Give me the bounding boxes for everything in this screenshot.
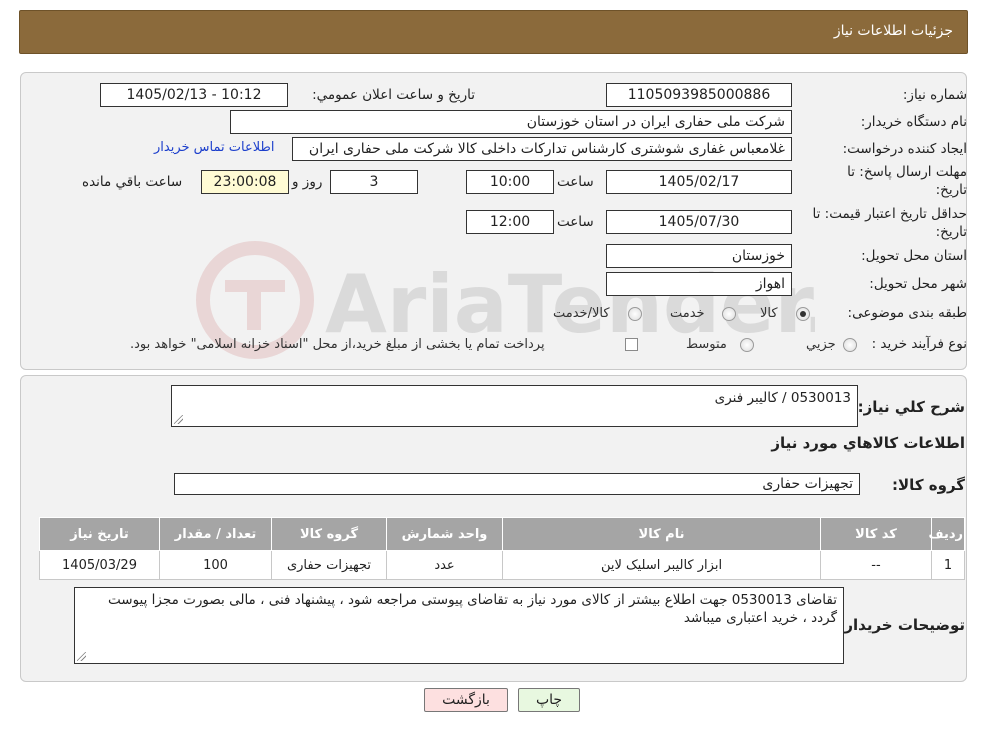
reply-time-label: ساعت bbox=[557, 174, 594, 190]
process-medium-label: متوسط bbox=[686, 337, 727, 352]
delivery-province-field: خوزستان bbox=[606, 244, 792, 268]
cell-need-date: 1405/03/29 bbox=[39, 550, 160, 580]
category-goods-label: کالا bbox=[760, 306, 778, 321]
need-number-label: شماره نیاز: bbox=[902, 87, 967, 103]
category-service-label: خدمت bbox=[670, 306, 705, 321]
requester-label: ايجاد کننده درخواست: bbox=[842, 141, 967, 157]
process-small-label: جزيي bbox=[806, 337, 836, 352]
delivery-city-field: اهواز bbox=[606, 272, 792, 296]
goods-table: رديف کد کالا نام کالا واحد شمارش گروه کا… bbox=[39, 517, 965, 580]
need-summary-text: 0530013 / کالیبر فنری bbox=[714, 390, 851, 406]
days-label: روز و bbox=[292, 174, 323, 190]
purchase-process-label: نوع فرآيند خريد : bbox=[871, 336, 967, 352]
requester-field: غلامعباس غفاری شوشتری کارشناس تدارکات دا… bbox=[292, 137, 792, 161]
category-goods-service-label: کالا/خدمت bbox=[553, 306, 610, 321]
buyer-notes-text: تقاضای 0530013 جهت اطلاع بیشتر از کالای … bbox=[108, 592, 837, 626]
category-service-radio[interactable] bbox=[722, 307, 736, 321]
need-number-field: 1105093985000886 bbox=[606, 83, 792, 107]
reply-deadline-time: 10:00 bbox=[466, 170, 554, 194]
reply-deadline-label-2: تاريخ: bbox=[935, 182, 967, 198]
col-header-quantity: تعداد / مقدار bbox=[159, 517, 272, 551]
cell-row-number: 1 bbox=[931, 550, 965, 580]
remaining-time-field: 23:00:08 bbox=[201, 170, 289, 194]
remaining-label: ساعت باقي مانده bbox=[82, 174, 183, 190]
price-validity-date: 1405/07/30 bbox=[606, 210, 792, 234]
resize-grip-icon[interactable] bbox=[174, 415, 183, 424]
category-label: طبقه بندی موضوعی: bbox=[847, 305, 967, 321]
delivery-province-label: استان محل تحويل: bbox=[861, 248, 967, 264]
need-summary-field: 0530013 / کالیبر فنری bbox=[171, 385, 858, 427]
announce-datetime-label: تاریخ و ساعت اعلان عمومي: bbox=[312, 87, 475, 103]
col-header-group: گروه کالا bbox=[271, 517, 387, 551]
print-button[interactable]: چاپ bbox=[518, 688, 580, 712]
reply-deadline-label: مهلت ارسال پاسخ: تا bbox=[847, 164, 967, 180]
col-header-row-number: رديف bbox=[928, 517, 965, 551]
cell-item-name: ابزار کالیبر اسلیک لاین bbox=[502, 550, 821, 580]
buyer-notes-label: توضيحات خريدار: bbox=[838, 616, 965, 634]
buyer-org-field: شرکت ملی حفاری ایران در استان خوزستان bbox=[230, 110, 792, 134]
table-header-row: رديف کد کالا نام کالا واحد شمارش گروه کا… bbox=[39, 517, 965, 551]
col-header-need-date: تاريخ نياز bbox=[39, 517, 160, 551]
price-time-label: ساعت bbox=[557, 214, 594, 230]
cell-quantity: 100 bbox=[159, 550, 272, 580]
process-medium-radio[interactable] bbox=[740, 338, 754, 352]
treasury-bonds-checkbox[interactable] bbox=[625, 338, 638, 351]
announce-datetime-field: 1405/02/13 - 10:12 bbox=[100, 83, 288, 107]
need-summary-label: شرح کلي نياز: bbox=[857, 398, 965, 416]
reply-deadline-date: 1405/02/17 bbox=[606, 170, 792, 194]
treasury-bonds-note: پرداخت تمام يا بخشی از مبلغ خريد،از محل … bbox=[130, 337, 545, 352]
reply-days-field: 3 bbox=[330, 170, 418, 194]
buyer-notes-field: تقاضای 0530013 جهت اطلاع بیشتر از کالای … bbox=[74, 587, 844, 664]
back-button[interactable]: بازگشت bbox=[424, 688, 508, 712]
price-validity-label: حداقل تاريخ اعتبار قيمت: تا bbox=[812, 206, 967, 222]
goods-group-field: تجهیزات حفاری bbox=[174, 473, 860, 495]
price-validity-label-2: تاريخ: bbox=[935, 224, 967, 240]
page-title: جزئیات اطلاعات نیاز bbox=[833, 23, 953, 39]
category-goods-radio[interactable] bbox=[796, 307, 810, 321]
resize-grip-icon[interactable] bbox=[77, 652, 86, 661]
buyer-contact-link[interactable]: اطلاعات تماس خريدار bbox=[154, 140, 274, 155]
table-row: 1 -- ابزار کالیبر اسلیک لاین عدد تجهیزات… bbox=[39, 550, 965, 580]
goods-info-title: اطلاعات کالاهاي مورد نياز bbox=[771, 434, 965, 452]
category-goods-service-radio[interactable] bbox=[628, 307, 642, 321]
cell-item-code: -- bbox=[820, 550, 932, 580]
col-header-item-name: نام کالا bbox=[502, 517, 821, 551]
col-header-unit: واحد شمارش bbox=[386, 517, 503, 551]
price-validity-time: 12:00 bbox=[466, 210, 554, 234]
process-small-radio[interactable] bbox=[843, 338, 857, 352]
cell-unit: عدد bbox=[386, 550, 503, 580]
cell-group: تجهیزات حفاری bbox=[271, 550, 387, 580]
goods-group-label: گروه کالا: bbox=[892, 476, 965, 494]
delivery-city-label: شهر محل تحويل: bbox=[869, 276, 967, 292]
buyer-org-label: نام دستگاه خريدار: bbox=[860, 114, 967, 130]
col-header-item-code: کد کالا bbox=[820, 517, 932, 551]
page-header: جزئیات اطلاعات نیاز bbox=[19, 10, 968, 54]
